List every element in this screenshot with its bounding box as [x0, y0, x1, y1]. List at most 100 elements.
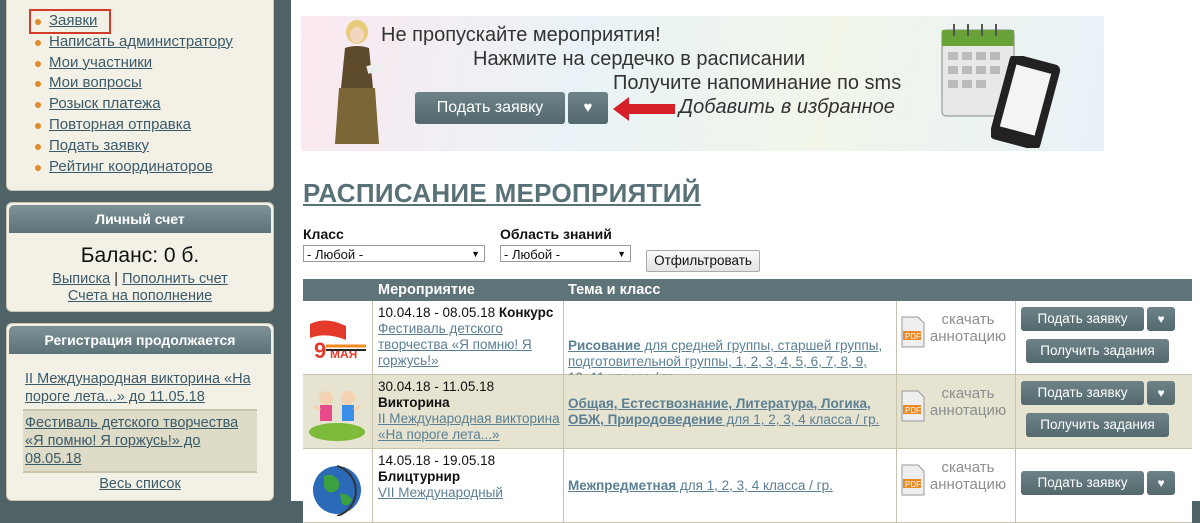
main-content: Не пропускайте мероприятия! Нажмите на с…	[291, 0, 1200, 523]
promo-banner[interactable]: Не пропускайте мероприятия! Нажмите на с…	[301, 16, 1104, 151]
pdf-icon: PDF	[901, 464, 925, 496]
banner-heart-icon[interactable]: ♥	[568, 92, 608, 124]
download-annotation[interactable]: PDF скачать аннотацию	[900, 457, 1010, 501]
menu-item-payment-search[interactable]: Розыск платежа	[35, 94, 273, 115]
menu-item-write-admin-link[interactable]: Написать администратору	[49, 33, 233, 50]
event-dates: 10.04.18 - 08.05.18	[378, 305, 496, 320]
cell-divider	[372, 375, 373, 448]
banner-line-1: Не пропускайте мероприятия!	[381, 24, 661, 46]
apply-button[interactable]: Подать заявку	[1021, 307, 1144, 331]
cell-divider	[1015, 449, 1016, 522]
download-annotation[interactable]: PDF скачать аннотацию	[900, 309, 1010, 353]
topic-subject: Рисование	[568, 338, 641, 353]
account-title: Личный счет	[9, 205, 271, 233]
apply-button[interactable]: Подать заявку	[1021, 381, 1144, 405]
registration-item-link[interactable]: Фестиваль детского творчества «Я помню! …	[25, 415, 238, 467]
topic-classes: для 1, 2, 3, 4 класса / гр.	[676, 478, 833, 493]
banner-apply-button[interactable]: Подать заявку	[415, 92, 565, 124]
cell-divider	[1015, 375, 1016, 448]
apply-button[interactable]: Подать заявку	[1021, 471, 1144, 495]
view-all-link[interactable]: Весь список	[99, 476, 181, 492]
cell-divider	[896, 449, 897, 522]
banner-line-3: Получите напоминание по sms	[613, 72, 902, 94]
heart-icon[interactable]: ♥	[1147, 307, 1175, 331]
menu-item-requests[interactable]: Заявки	[29, 9, 111, 34]
class-select[interactable]: - Любой - ▼	[303, 245, 485, 262]
cell-divider	[372, 301, 373, 374]
event-type: Конкурс	[498, 305, 554, 320]
event-name-link[interactable]: II Международная викторина «На пороге ле…	[378, 411, 560, 442]
menu-item-submit-request[interactable]: Подать заявку	[35, 136, 273, 157]
area-filter-label: Область знаний	[500, 226, 612, 242]
event-name-link[interactable]: Фестиваль детского творчества «Я помню! …	[378, 321, 532, 368]
cell-divider	[896, 375, 897, 448]
get-tasks-button[interactable]: Получить задания	[1026, 339, 1169, 363]
heart-icon[interactable]: ♥	[1147, 381, 1175, 405]
filter-button[interactable]: Отфильтровать	[646, 250, 760, 272]
victory-day-image: 9 МАЯ	[306, 306, 368, 368]
menu-item-my-participants[interactable]: Мои участники	[35, 53, 273, 74]
svg-text:PDF: PDF	[905, 480, 921, 489]
area-select-value: - Любой -	[504, 247, 561, 262]
menu-item-my-questions[interactable]: Мои вопросы	[35, 73, 273, 94]
topic-cell[interactable]: Межпредметная для 1, 2, 3, 4 класса / гр…	[568, 478, 888, 494]
event-name-link[interactable]: VII Международный	[378, 485, 503, 500]
download-annotation-text: скачать аннотацию	[929, 311, 1007, 345]
teacher-illustration	[335, 20, 384, 144]
registration-list: II Международная викторина «На пороге ле…	[7, 354, 273, 492]
invoices-link[interactable]: Счета на пополнение	[68, 288, 212, 304]
download-annotation[interactable]: PDF скачать аннотацию	[900, 383, 1010, 427]
pdf-icon: PDF	[901, 316, 925, 348]
event-type: Блицтурнир	[378, 469, 461, 484]
class-select-value: - Любой -	[307, 247, 364, 262]
menu-item-requests-link[interactable]: Заявки	[49, 12, 97, 29]
menu-item-payment-search-link[interactable]: Розыск платежа	[49, 95, 161, 112]
chevron-down-icon: ▼	[471, 249, 480, 259]
menu-item-submit-request-link[interactable]: Подать заявку	[49, 137, 149, 154]
top-up-link[interactable]: Пополнить счет	[122, 271, 228, 287]
event-dates: 30.04.18 - 11.05.18	[378, 379, 495, 394]
cell-divider	[372, 449, 373, 522]
cell-divider	[563, 301, 564, 374]
balance-text: Баланс: 0 б.	[80, 244, 200, 267]
heart-icon[interactable]: ♥	[1147, 471, 1175, 495]
menu-item-coordinator-rating[interactable]: Рейтинг координаторов	[35, 157, 273, 178]
kids-quiz-image	[309, 391, 365, 441]
menu-item-my-participants-link[interactable]: Мои участники	[49, 54, 152, 71]
menu-item-resend-link[interactable]: Повторная отправка	[49, 116, 191, 133]
account-box: Личный счет Баланс: 0 б. Выписка | Попол…	[6, 202, 274, 312]
schedule-table: Мероприятие Тема и класс 9 МАЯ 10.04.18 …	[303, 279, 1192, 523]
download-annotation-text: скачать аннотацию	[929, 459, 1007, 493]
get-tasks-button[interactable]: Получить задания	[1026, 413, 1169, 437]
registration-item: II Международная викторина «На пороге ле…	[23, 368, 257, 411]
svg-text:9: 9	[314, 338, 326, 363]
menu-item-resend[interactable]: Повторная отправка	[35, 115, 273, 136]
menu-item-write-admin[interactable]: Написать администратору	[35, 32, 273, 53]
event-cell: 10.04.18 - 08.05.18 Конкурс Фестиваль де…	[378, 305, 563, 369]
phone-icon	[991, 56, 1061, 148]
event-dates: 14.05.18 - 19.05.18	[378, 453, 496, 468]
event-cell: 14.05.18 - 19.05.18 Блицтурнир VII Между…	[378, 453, 563, 501]
header-topic: Тема и класс	[568, 282, 661, 298]
user-menu: Заявки Написать администратору Мои участ…	[7, 0, 273, 177]
menu-item-my-questions-link[interactable]: Мои вопросы	[49, 74, 142, 91]
chevron-down-icon: ▼	[617, 249, 626, 259]
registration-item-link[interactable]: II Международная викторина «На пороге ле…	[25, 371, 251, 405]
cell-divider	[1015, 301, 1016, 374]
schedule-title[interactable]: РАСПИСАНИЕ МЕРОПРИЯТИЙ	[303, 178, 701, 209]
table-row: 30.04.18 - 11.05.18 Викторина II Междуна…	[303, 375, 1192, 449]
account-links: Выписка | Пополнить счет Счета на пополн…	[7, 271, 273, 305]
svg-text:PDF: PDF	[905, 406, 921, 415]
topic-classes: для 1, 2, 3, 4 класса / гр.	[722, 412, 880, 427]
cell-divider	[563, 449, 564, 522]
topic-cell[interactable]: Общая, Естествознание, Литература, Логик…	[568, 396, 888, 428]
cell-divider	[896, 301, 897, 374]
statement-link[interactable]: Выписка	[52, 271, 110, 287]
menu-item-coordinator-rating-link[interactable]: Рейтинг координаторов	[49, 158, 213, 175]
topic-subject: Межпредметная	[568, 478, 677, 493]
table-header: Мероприятие Тема и класс	[303, 279, 1192, 301]
download-annotation-text: скачать аннотацию	[929, 385, 1007, 419]
area-select[interactable]: - Любой - ▼	[500, 245, 631, 262]
pdf-icon: PDF	[901, 390, 925, 422]
svg-text:PDF: PDF	[905, 332, 921, 341]
